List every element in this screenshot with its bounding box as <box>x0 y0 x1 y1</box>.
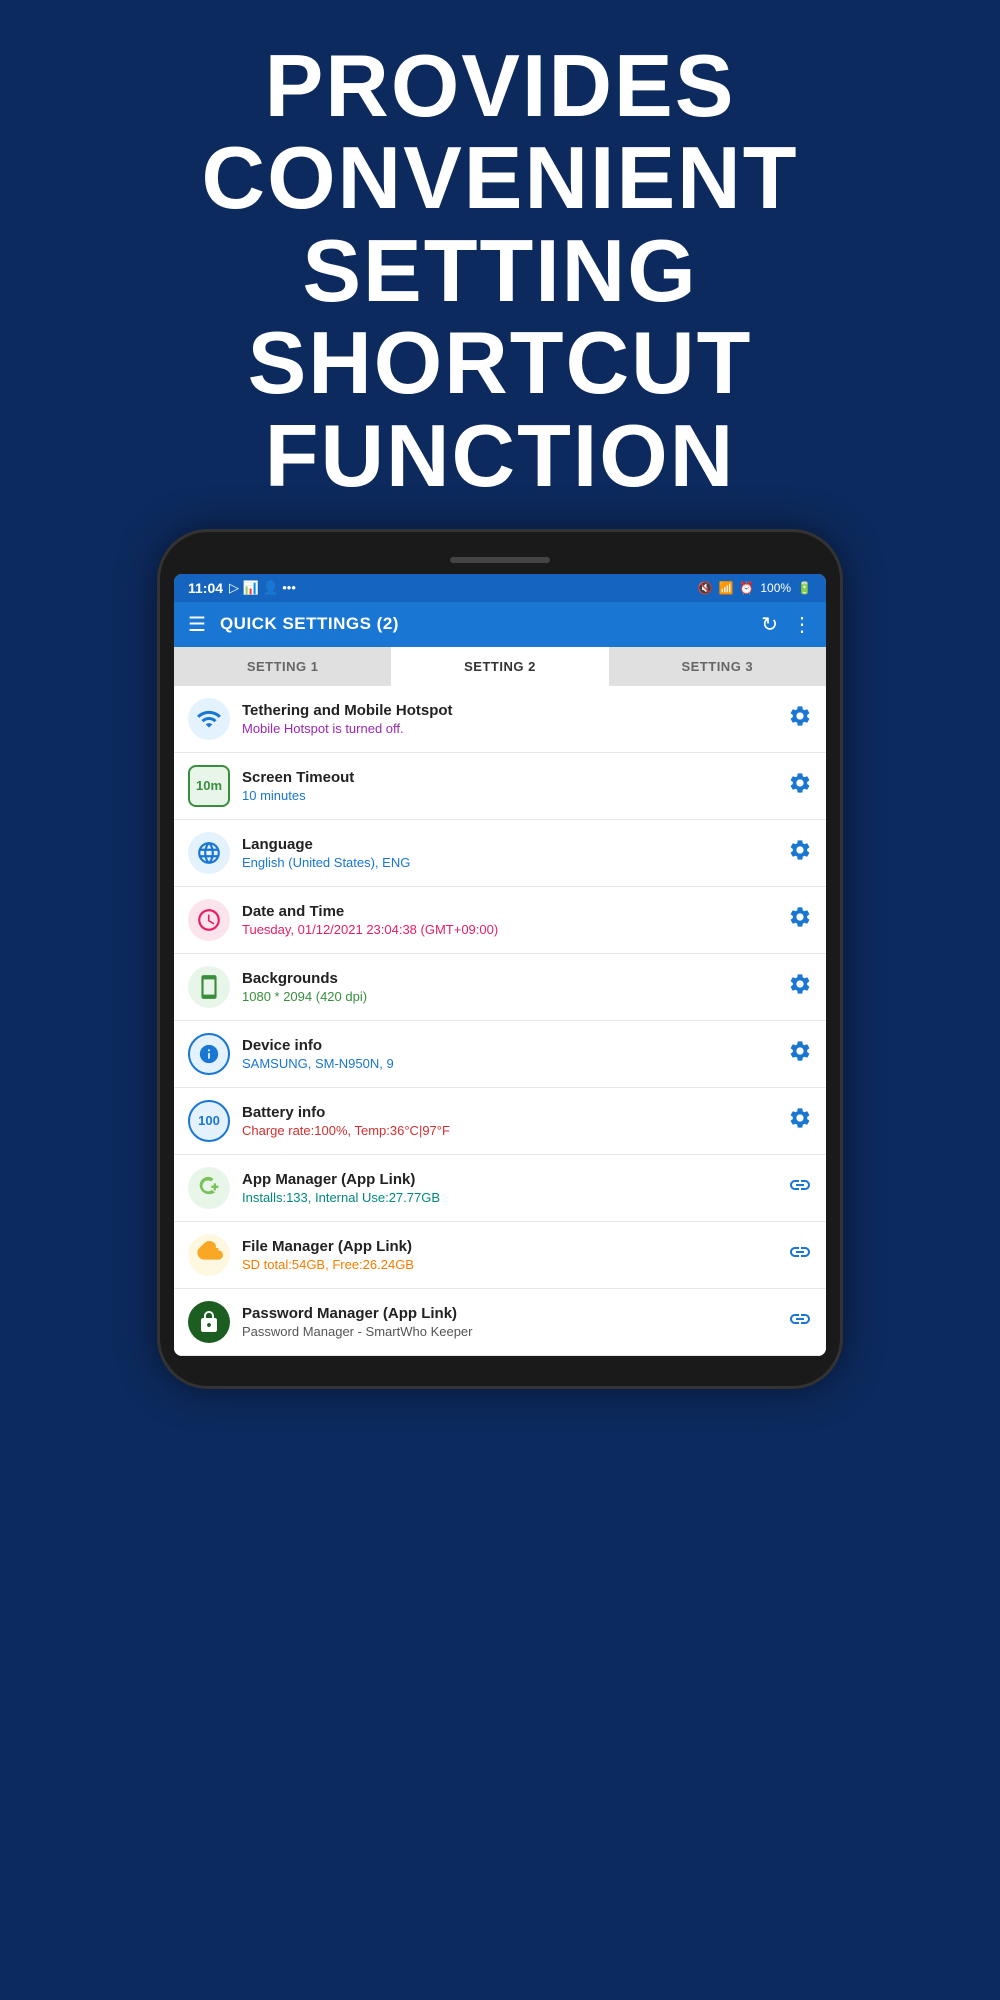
app-manager-subtitle: Installs:133, Internal Use:27.77GB <box>242 1190 778 1205</box>
backgrounds-icon <box>188 966 230 1008</box>
datetime-content: Date and Time Tuesday, 01/12/2021 23:04:… <box>242 903 778 937</box>
status-bar-left: 11:04 ▷ 📊 👤 ••• <box>188 580 296 596</box>
setting-item-backgrounds[interactable]: Backgrounds 1080 * 2094 (420 dpi) <box>174 954 826 1021</box>
password-manager-title: Password Manager (App Link) <box>242 1305 778 1322</box>
hamburger-menu-button[interactable]: ☰ <box>188 612 206 637</box>
screen-timeout-settings-button[interactable] <box>788 771 812 801</box>
file-manager-content: File Manager (App Link) SD total:54GB, F… <box>242 1238 778 1272</box>
status-bar: 11:04 ▷ 📊 👤 ••• 🔇 📶 ⏰ 100% 🔋 <box>174 574 826 602</box>
phone-wrapper: 11:04 ▷ 📊 👤 ••• 🔇 📶 ⏰ 100% 🔋 ☰ QUICK SET… <box>0 532 1000 1386</box>
app-bar-actions: ↻ ⋮ <box>761 612 812 637</box>
tethering-title: Tethering and Mobile Hotspot <box>242 702 778 719</box>
setting-item-device-info[interactable]: Device info SAMSUNG, SM-N950N, 9 <box>174 1021 826 1088</box>
setting-item-screen-timeout[interactable]: 10m Screen Timeout 10 minutes <box>174 753 826 820</box>
battery-info-icon: 100 <box>188 1100 230 1142</box>
device-info-icon <box>188 1033 230 1075</box>
backgrounds-subtitle: 1080 * 2094 (420 dpi) <box>242 989 778 1004</box>
battery-text: 100% <box>760 581 791 595</box>
screen-timeout-title: Screen Timeout <box>242 769 778 786</box>
more-options-button[interactable]: ⋮ <box>792 612 812 637</box>
battery-info-settings-button[interactable] <box>788 1106 812 1136</box>
battery-info-title: Battery info <box>242 1104 778 1121</box>
file-manager-title: File Manager (App Link) <box>242 1238 778 1255</box>
device-info-settings-button[interactable] <box>788 1039 812 1069</box>
language-subtitle: English (United States), ENG <box>242 855 778 870</box>
language-title: Language <box>242 836 778 853</box>
device-info-subtitle: SAMSUNG, SM-N950N, 9 <box>242 1056 778 1071</box>
device-info-content: Device info SAMSUNG, SM-N950N, 9 <box>242 1037 778 1071</box>
battery-info-subtitle: Charge rate:100%, Temp:36°C|97°F <box>242 1123 778 1138</box>
hero-section: PROVIDES CONVENIENT SETTING SHORTCUT FUN… <box>0 0 1000 532</box>
tab-setting2[interactable]: SETTING 2 <box>391 647 608 686</box>
backgrounds-content: Backgrounds 1080 * 2094 (420 dpi) <box>242 970 778 1004</box>
screen-timeout-subtitle: 10 minutes <box>242 788 778 803</box>
device-info-title: Device info <box>242 1037 778 1054</box>
hero-line1: PROVIDES <box>265 36 736 135</box>
app-manager-link-button[interactable] <box>788 1173 812 1203</box>
file-manager-icon <box>188 1234 230 1276</box>
backgrounds-settings-button[interactable] <box>788 972 812 1002</box>
app-bar: ☰ QUICK SETTINGS (2) ↻ ⋮ <box>174 602 826 647</box>
setting-item-file-manager[interactable]: File Manager (App Link) SD total:54GB, F… <box>174 1222 826 1289</box>
battery-icon: 🔋 <box>797 581 812 595</box>
wifi-icon: 📶 <box>718 581 733 595</box>
app-bar-title: QUICK SETTINGS (2) <box>220 614 761 634</box>
app-manager-title: App Manager (App Link) <box>242 1171 778 1188</box>
language-content: Language English (United States), ENG <box>242 836 778 870</box>
file-manager-link-button[interactable] <box>788 1240 812 1270</box>
alarm-icon: ⏰ <box>739 581 754 595</box>
notch-bar <box>450 557 550 563</box>
tethering-content: Tethering and Mobile Hotspot Mobile Hots… <box>242 702 778 736</box>
password-manager-content: Password Manager (App Link) Password Man… <box>242 1305 778 1339</box>
setting-item-password-manager[interactable]: Password Manager (App Link) Password Man… <box>174 1289 826 1356</box>
language-icon <box>188 832 230 874</box>
battery-info-content: Battery info Charge rate:100%, Temp:36°C… <box>242 1104 778 1138</box>
screen-timeout-content: Screen Timeout 10 minutes <box>242 769 778 803</box>
settings-tabs: SETTING 1 SETTING 2 SETTING 3 <box>174 647 826 686</box>
hero-line3: SHORTCUT FUNCTION <box>248 313 753 504</box>
setting-item-language[interactable]: Language English (United States), ENG <box>174 820 826 887</box>
tab-setting1[interactable]: SETTING 1 <box>174 647 391 686</box>
tethering-icon <box>188 698 230 740</box>
mute-icon: 🔇 <box>697 581 712 595</box>
language-settings-button[interactable] <box>788 838 812 868</box>
password-manager-subtitle: Password Manager - SmartWho Keeper <box>242 1324 778 1339</box>
phone-frame: 11:04 ▷ 📊 👤 ••• 🔇 📶 ⏰ 100% 🔋 ☰ QUICK SET… <box>160 532 840 1386</box>
datetime-subtitle: Tuesday, 01/12/2021 23:04:38 (GMT+09:00) <box>242 922 778 937</box>
settings-list: Tethering and Mobile Hotspot Mobile Hots… <box>174 686 826 1356</box>
refresh-button[interactable]: ↻ <box>761 612 778 637</box>
password-manager-link-button[interactable] <box>788 1307 812 1337</box>
phone-screen: 11:04 ▷ 📊 👤 ••• 🔇 📶 ⏰ 100% 🔋 ☰ QUICK SET… <box>174 574 826 1356</box>
setting-item-tethering[interactable]: Tethering and Mobile Hotspot Mobile Hots… <box>174 686 826 753</box>
password-manager-icon <box>188 1301 230 1343</box>
hero-line2: CONVENIENT SETTING <box>202 128 799 319</box>
tab-setting3[interactable]: SETTING 3 <box>609 647 826 686</box>
setting-item-battery-info[interactable]: 100 Battery info Charge rate:100%, Temp:… <box>174 1088 826 1155</box>
tethering-subtitle: Mobile Hotspot is turned off. <box>242 721 778 736</box>
status-bar-right: 🔇 📶 ⏰ 100% 🔋 <box>697 581 812 595</box>
datetime-title: Date and Time <box>242 903 778 920</box>
file-manager-subtitle: SD total:54GB, Free:26.24GB <box>242 1257 778 1272</box>
setting-item-app-manager[interactable]: App Manager (App Link) Installs:133, Int… <box>174 1155 826 1222</box>
setting-item-datetime[interactable]: Date and Time Tuesday, 01/12/2021 23:04:… <box>174 887 826 954</box>
screen-timeout-icon: 10m <box>188 765 230 807</box>
status-icons-left: ▷ 📊 👤 ••• <box>229 580 296 596</box>
datetime-icon <box>188 899 230 941</box>
datetime-settings-button[interactable] <box>788 905 812 935</box>
tethering-settings-button[interactable] <box>788 704 812 734</box>
status-time: 11:04 <box>188 580 223 596</box>
app-manager-content: App Manager (App Link) Installs:133, Int… <box>242 1171 778 1205</box>
phone-notch <box>174 550 826 568</box>
app-manager-icon <box>188 1167 230 1209</box>
backgrounds-title: Backgrounds <box>242 970 778 987</box>
